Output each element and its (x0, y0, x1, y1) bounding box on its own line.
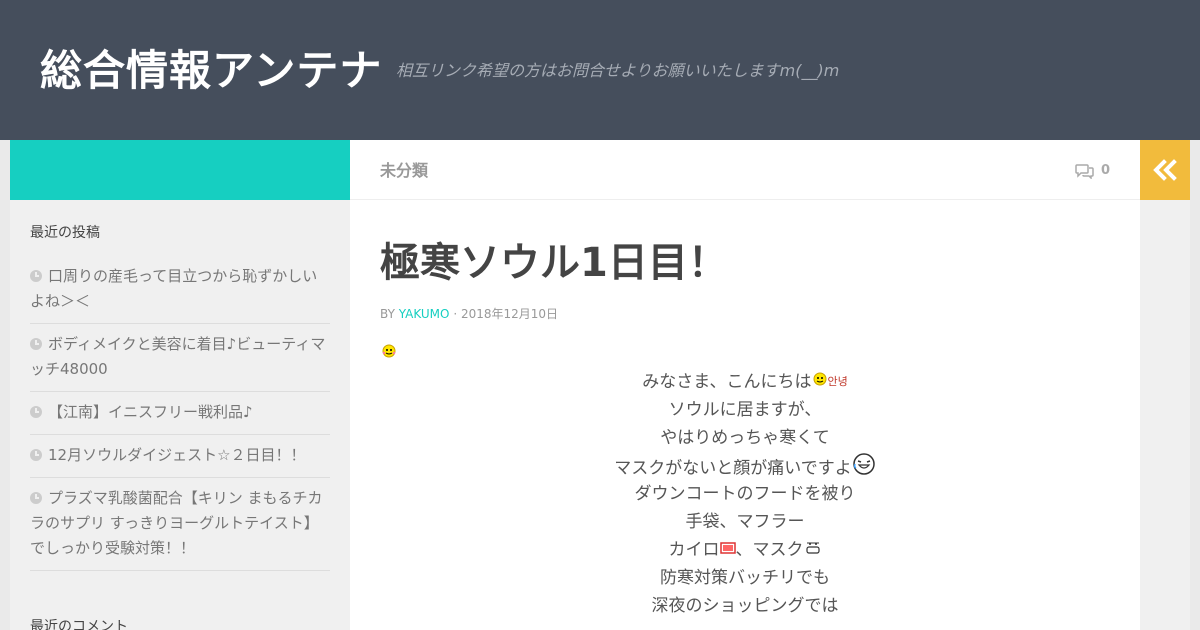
post-line: 深夜のショッピングでは (651, 596, 839, 616)
clock-icon (30, 338, 42, 350)
post-date: 2018年12月10日 (460, 307, 559, 321)
post-line-text: マスクがないと顔が痛いですよ (614, 458, 852, 479)
clock-icon (30, 492, 42, 504)
clock-icon (30, 270, 42, 282)
post-byline: BY YAKUMO · 2018年12月10日 (380, 306, 558, 322)
byline-separator: · (453, 307, 458, 321)
list-item: 口周りの産毛って目立つから恥ずかしいよね＞＜ (30, 256, 330, 324)
post-line: 防寒対策バッチリでも (660, 568, 830, 588)
post-line: やはりめっちゃ寒くて (660, 428, 830, 448)
smiley-sticker-icon (812, 368, 828, 396)
post-line-text: みなさま、こんにちは (642, 372, 812, 392)
list-item: 【江南】イニスフリー戦利品♪ (30, 392, 330, 435)
recent-post-link[interactable]: ボディメイクと美容に着目♪ビューティマッチ48000 (30, 335, 325, 378)
main-content: 未分類 0 極寒ソウル1日目！ BY YAKUMO · 2018年12月10日 … (350, 140, 1140, 630)
list-item: プラズマ乳酸菌配合【キリン まもるチカラのサプリ すっきりヨーグルトテイスト】で… (30, 478, 330, 571)
recent-posts-title: 最近の投稿 (30, 225, 100, 241)
content-top-bar: 未分類 0 (350, 140, 1140, 200)
speech-bubbles-icon (1075, 164, 1094, 179)
sidebar-collapse-button[interactable] (1140, 140, 1190, 200)
post-line: マスクがないと顔が痛いですよ (350, 452, 1140, 480)
hangul-greeting-sticker: 안녕 (827, 375, 848, 388)
recent-comments-title: 最近のコメント (30, 619, 128, 630)
list-item: 12月ソウルダイジェスト☆２日目！！ (30, 435, 330, 478)
site-header: 総合情報アンテナ 相互リンク希望の方はお問合せよりお願いいたしますm(__)m (0, 0, 1200, 140)
recent-post-link[interactable]: 【江南】イニスフリー戦利品♪ (48, 403, 253, 421)
post-line-text: カイロ (668, 540, 720, 560)
site-description: 相互リンク希望の方はお問合せよりお願いいたしますm(__)m (396, 61, 840, 80)
list-item: ボディメイクと美容に着目♪ビューティマッチ48000 (30, 324, 330, 392)
comment-count: 0 (1100, 163, 1110, 178)
category-label[interactable]: 未分類 (380, 161, 428, 181)
post-line: みなさま、こんにちは 안녕 (350, 368, 1140, 396)
post-line: カイロ 、マスク (350, 536, 1140, 564)
right-sidebar-strip (1140, 140, 1190, 630)
clock-icon (30, 406, 42, 418)
author-link[interactable]: YAKUMO (399, 307, 450, 321)
recent-post-link[interactable]: プラズマ乳酸菌配合【キリン まもるチカラのサプリ すっきりヨーグルトテイスト】で… (30, 489, 322, 557)
recent-posts-list: 口周りの産毛って目立つから恥ずかしいよね＞＜ ボディメイクと美容に着目♪ビューテ… (30, 256, 330, 571)
sidebar: 最近の投稿 口周りの産毛って目立つから恥ずかしいよね＞＜ ボディメイクと美容に着… (10, 200, 350, 630)
byline-prefix: BY (380, 307, 395, 321)
comment-count-link[interactable]: 0 (1075, 161, 1110, 181)
post-body: みなさま、こんにちは 안녕 ソウルに居ますが、 やはりめっちゃ寒くて マスクがない… (350, 368, 1140, 620)
recent-post-link[interactable]: 12月ソウルダイジェスト☆２日目！！ (48, 446, 306, 464)
heat-pack-icon (719, 536, 736, 564)
post-title: 極寒ソウル1日目！ (380, 240, 728, 286)
post-line-text: 、マスク (735, 540, 804, 560)
double-chevron-left-icon (1153, 159, 1177, 181)
site-title[interactable]: 総合情報アンテナ (40, 44, 382, 98)
post-line: ダウンコートのフードを被り (634, 484, 856, 504)
post-line: 手袋、マフラー (685, 512, 805, 532)
mask-face-icon (804, 536, 822, 564)
recent-post-link[interactable]: 口周りの産毛って目立つから恥ずかしいよね＞＜ (30, 267, 317, 310)
clock-icon (30, 449, 42, 461)
sidebar-top-bar (10, 140, 350, 200)
smiley-sticker-icon (380, 343, 398, 363)
post-line: ソウルに居ますが、 (668, 400, 822, 420)
